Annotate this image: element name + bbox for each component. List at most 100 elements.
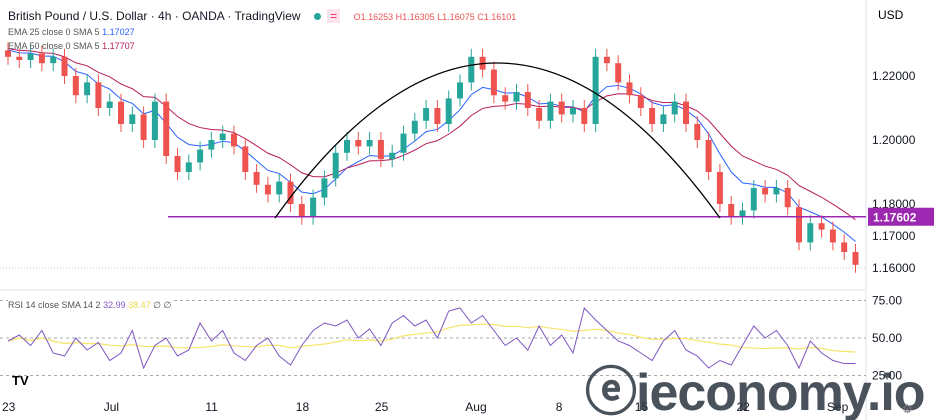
time-axis-label: 25 [375,400,389,414]
candle-body [400,133,407,153]
candle-body [423,108,430,121]
candle-body [637,95,644,108]
candle-body [581,108,588,124]
candle-body [163,101,170,156]
candle-body [50,56,57,64]
candle-body [513,92,520,102]
candle-body [140,114,147,140]
candle-body [72,76,79,96]
candle-body [603,56,610,64]
candle-body [524,92,531,108]
candle-body [728,204,735,217]
candle-body [829,229,836,243]
candle-body [38,53,45,64]
rounding-top-arc [274,62,721,219]
candle-body [310,197,317,217]
candle-body [649,108,656,124]
time-axis-label: 23 [2,400,16,414]
candle-body [694,124,701,140]
chart-container[interactable]: 1.22000 1.20000 1.18000 1.17000 1.16000 75.00… [0,0,936,420]
price-tick-label: 1.17000 [872,229,916,243]
candle-body [660,114,667,124]
candle-body [468,56,475,83]
candle-body [784,188,791,208]
candle-body [253,172,260,185]
candle-body [355,140,362,147]
time-axis-label: Aug [465,400,486,414]
candle-body [366,140,373,147]
candle-body [762,188,769,195]
price-tick-label: 1.16000 [872,261,916,275]
time-axis-label: 18 [296,400,310,414]
candle-body [683,101,689,124]
candle-body [841,242,848,252]
candle-body [671,101,678,115]
ohlc-values: O1.16253 H1.16305 L1.16075 C1.16101 [353,12,517,22]
candle-body [174,156,181,172]
candle-body [750,188,757,211]
candle-body [592,56,599,124]
rsi-legend[interactable]: RSI 14 close SMA 14 2 32.99 38.47 ∅ ∅ [8,300,172,311]
candle-body [445,98,452,124]
ema25-legend[interactable]: EMA 25 close 0 SMA 5 1.17027 [8,27,135,37]
candle-body [298,204,305,217]
candle-body [490,69,497,96]
candle-body [129,114,136,124]
candle-body [95,82,102,108]
candle-body [5,50,11,57]
market-status-icon [313,13,321,20]
candle-body [773,188,780,195]
candle-body [716,172,723,204]
rsi-tick-label: 50.00 [872,331,902,345]
candle-body [151,101,158,140]
candle-body [796,207,802,243]
candle-body [208,140,215,150]
watermark-logo: ⓔieconomy.io [585,364,926,420]
candle-body [242,146,249,172]
currency-label[interactable]: USD [878,8,903,22]
rsi-tick-label: 75.00 [872,294,902,308]
tradingview-logo-icon: TV [12,373,29,388]
candle-body [276,181,283,195]
menu-icon[interactable]: = [327,9,341,23]
chart-legend: British Pound / U.S. Dollar · 4h · OANDA… [8,9,516,23]
candle-body [626,82,633,96]
candle-body [61,56,68,76]
candle-body [84,82,91,96]
candle-body [570,108,576,115]
hline-price-label: 1.17602 [873,211,917,225]
candle-body [457,82,463,99]
candle-body [264,184,271,195]
candle-body [185,162,192,172]
candle-body [106,101,113,108]
candle-body [219,133,226,140]
candle-body [739,210,746,217]
candle-body [818,223,825,230]
candle-body [502,95,509,102]
candle-body [547,101,554,121]
time-axis-label: Jul [104,400,119,414]
candle-body [852,252,859,265]
candle-body [344,140,350,153]
candle-body [16,56,23,60]
candle-body [434,108,441,124]
candle-body [411,120,418,134]
settings-icon[interactable]: ⚙ [902,402,913,416]
ema50-legend[interactable]: EMA 50 close 0 SMA 5 1.17707 [8,41,135,51]
candle-body [377,140,384,160]
candle-body [118,101,124,124]
candle-body [332,152,339,179]
ema50-line [7,48,856,221]
time-axis-label: 8 [556,400,563,414]
candle-body [27,53,34,60]
price-tick-label: 1.20000 [872,133,916,147]
candle-body [615,63,622,83]
candle-body [536,108,543,121]
symbol-title: British Pound / U.S. Dollar · 4h · OANDA… [8,9,301,23]
time-axis-label: 11 [205,400,218,414]
price-tick-label: 1.22000 [872,69,916,83]
candle-body [231,133,237,147]
candle-body [389,152,396,160]
candle-body [197,149,204,163]
candle-body [321,178,328,198]
